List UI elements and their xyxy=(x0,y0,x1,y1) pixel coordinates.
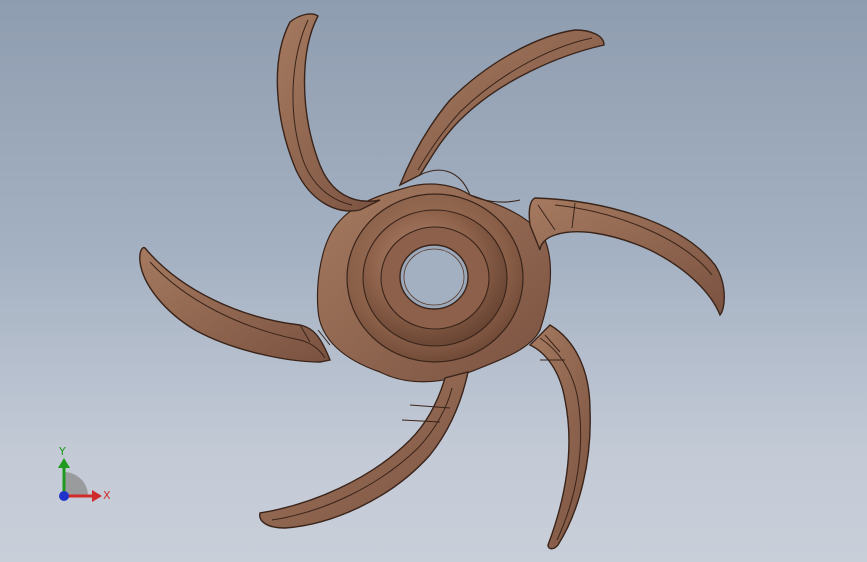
triad-x-label: X xyxy=(103,489,111,502)
triad-x-arrow-icon xyxy=(92,490,102,502)
reference-triad: Y X xyxy=(58,445,111,502)
triad-z-axis xyxy=(59,491,69,501)
graphics-viewport[interactable]: Y X xyxy=(0,0,867,562)
triad-xy-plane xyxy=(64,472,88,496)
triad-y-arrow-icon xyxy=(58,458,70,468)
triad-y-label: Y xyxy=(58,445,66,458)
